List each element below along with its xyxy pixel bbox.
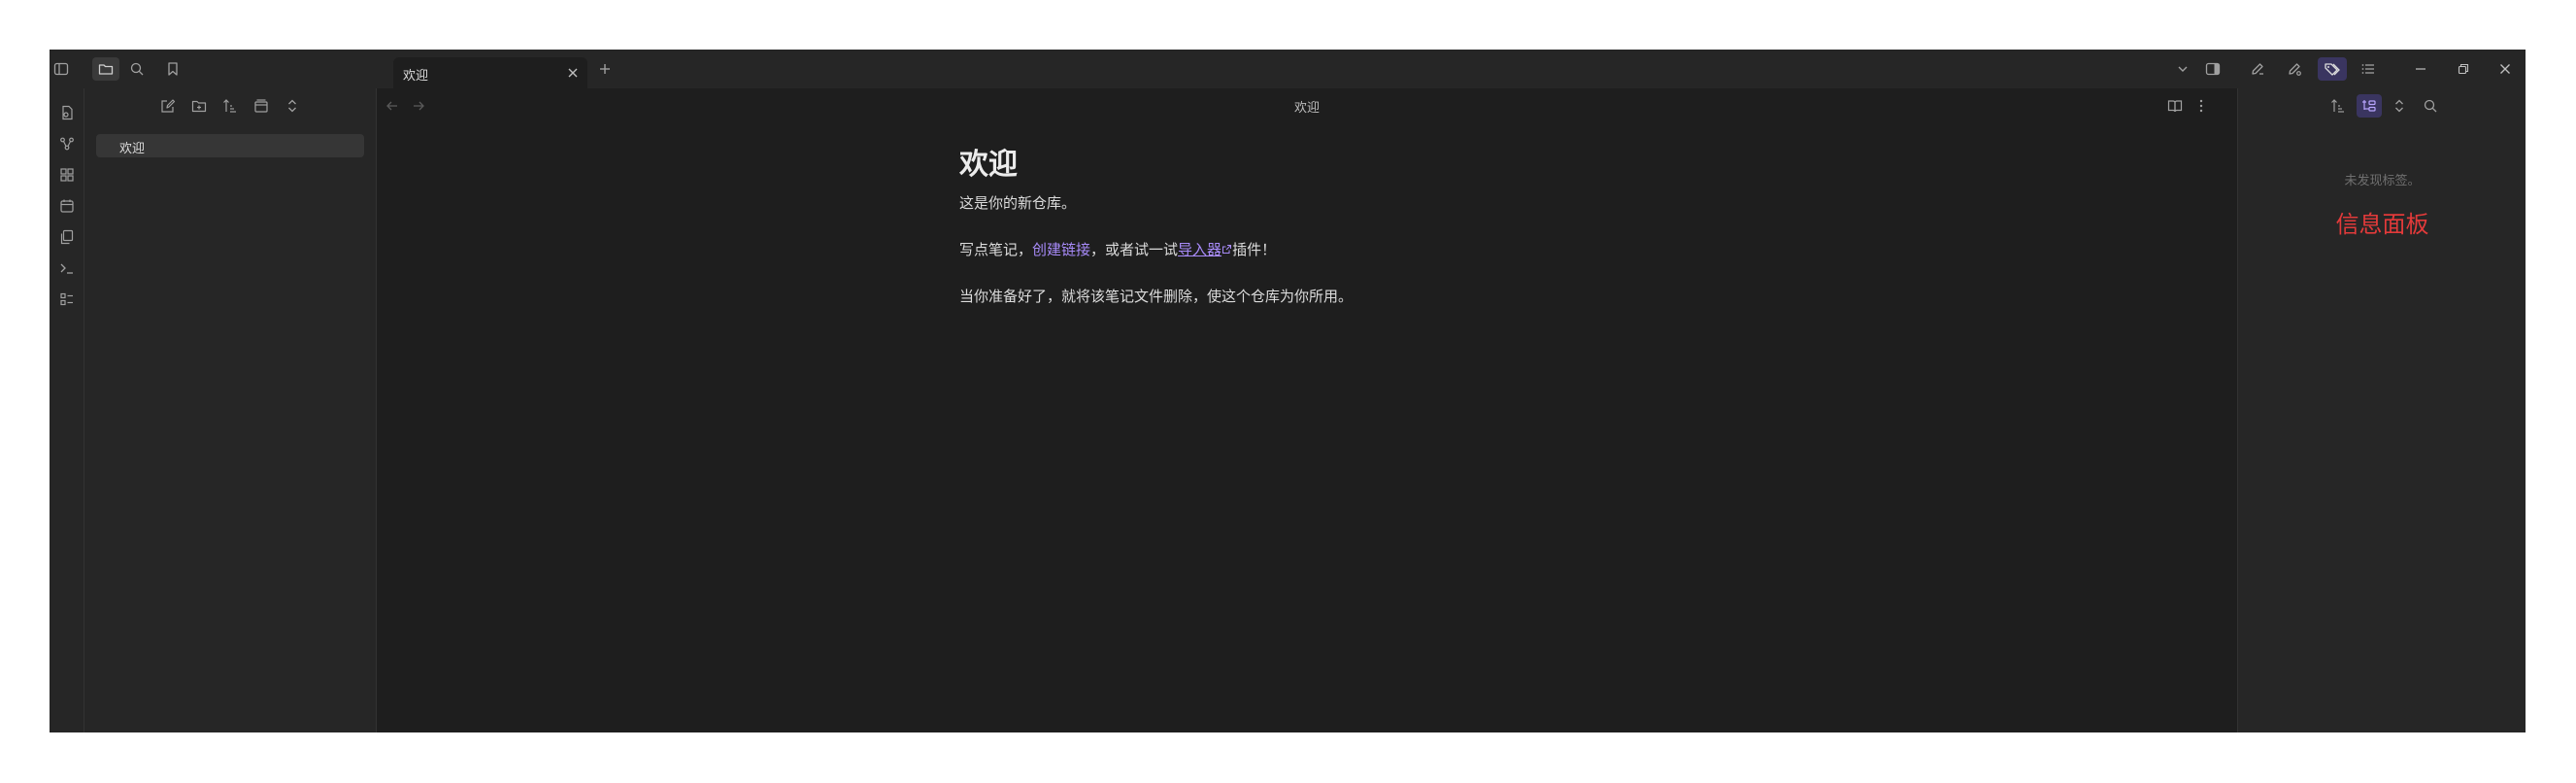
app-window: 欢迎 欢迎 欢迎 欢迎 这是你的新仓库。 写点笔记，创建链接，或者试一试导入器 … [50, 50, 2526, 732]
title-bar: 欢迎 [50, 50, 2526, 88]
outline-icon[interactable] [57, 289, 77, 309]
collapse-icon[interactable] [251, 96, 271, 116]
close-icon[interactable] [2495, 59, 2515, 79]
minimize-icon[interactable] [2411, 59, 2430, 79]
info-panel-label: 信息面板 [2335, 211, 2429, 238]
bookmark-icon[interactable] [163, 59, 183, 79]
graph-icon[interactable] [57, 134, 77, 153]
paragraph-2: 写点笔记，创建链接，或者试一试导入器 插件！ [959, 238, 1658, 261]
canvas-icon[interactable] [57, 165, 77, 185]
restore-icon[interactable] [2454, 59, 2473, 79]
sidebar-toggle-icon[interactable] [51, 59, 71, 79]
tab-close-icon[interactable] [566, 65, 580, 84]
ribbon [50, 88, 84, 732]
expand-icon[interactable] [283, 96, 302, 116]
more-options-icon[interactable] [2191, 96, 2211, 116]
quick-switcher-icon[interactable] [57, 103, 77, 122]
tab-title: 欢迎 [403, 69, 429, 84]
external-link-icon [1221, 241, 1232, 258]
external-link[interactable]: 导入器 [1178, 241, 1221, 258]
tab-list-chevron-icon[interactable] [2173, 59, 2192, 79]
file-item-welcome[interactable]: 欢迎 [96, 134, 364, 157]
internal-link[interactable]: 创建链接 [1032, 241, 1090, 258]
file-explorer: 欢迎 [84, 88, 377, 732]
note-heading: 欢迎 [959, 148, 1018, 182]
command-palette-icon[interactable] [57, 258, 77, 278]
reading-view-icon[interactable] [2165, 96, 2185, 116]
tag-pane: 未发现标签。 信息面板 [2237, 88, 2526, 732]
para2-text-before: 写点笔记， [959, 241, 1033, 258]
right-sidebar-toggle-icon[interactable] [2203, 59, 2223, 79]
calendar-icon[interactable] [57, 196, 77, 216]
sort-icon[interactable] [220, 96, 240, 116]
new-tab-icon[interactable] [595, 59, 615, 79]
view-header-title[interactable]: 欢迎 [377, 97, 2237, 116]
search-icon[interactable] [2421, 96, 2440, 116]
note-content[interactable]: 欢迎 这是你的新仓库。 写点笔记，创建链接，或者试一试导入器 插件！ 当你准备好了… [959, 145, 1658, 331]
pen-star-icon[interactable] [2285, 59, 2304, 79]
file-item-label: 欢迎 [119, 142, 146, 156]
tag-tree-icon[interactable] [2357, 94, 2382, 118]
editor-pane: 欢迎 欢迎 这是你的新仓库。 写点笔记，创建链接，或者试一试导入器 插件！ 当你准… [377, 88, 2237, 732]
new-folder-icon[interactable] [189, 96, 209, 116]
paragraph-3: 当你准备好了，就将该笔记文件删除，使这个仓库为你所用。 [959, 288, 1354, 305]
para2-text-after: 插件！ [1232, 241, 1277, 258]
tab-welcome[interactable]: 欢迎 [393, 57, 587, 88]
paragraph-1: 这是你的新仓库。 [959, 194, 1077, 212]
tags-icon[interactable] [2318, 57, 2347, 81]
para2-text-middle: ，或者试一试 [1090, 241, 1179, 258]
new-note-icon[interactable] [158, 96, 178, 116]
list-icon[interactable] [2359, 59, 2378, 79]
no-tags-message: 未发现标签。 [2344, 174, 2421, 188]
expand-icon[interactable] [2390, 96, 2409, 116]
templates-icon[interactable] [57, 227, 77, 247]
sort-icon[interactable] [2328, 96, 2348, 116]
search-icon[interactable] [127, 59, 147, 79]
pen-icon[interactable] [2248, 59, 2267, 79]
folder-icon[interactable] [92, 57, 119, 81]
